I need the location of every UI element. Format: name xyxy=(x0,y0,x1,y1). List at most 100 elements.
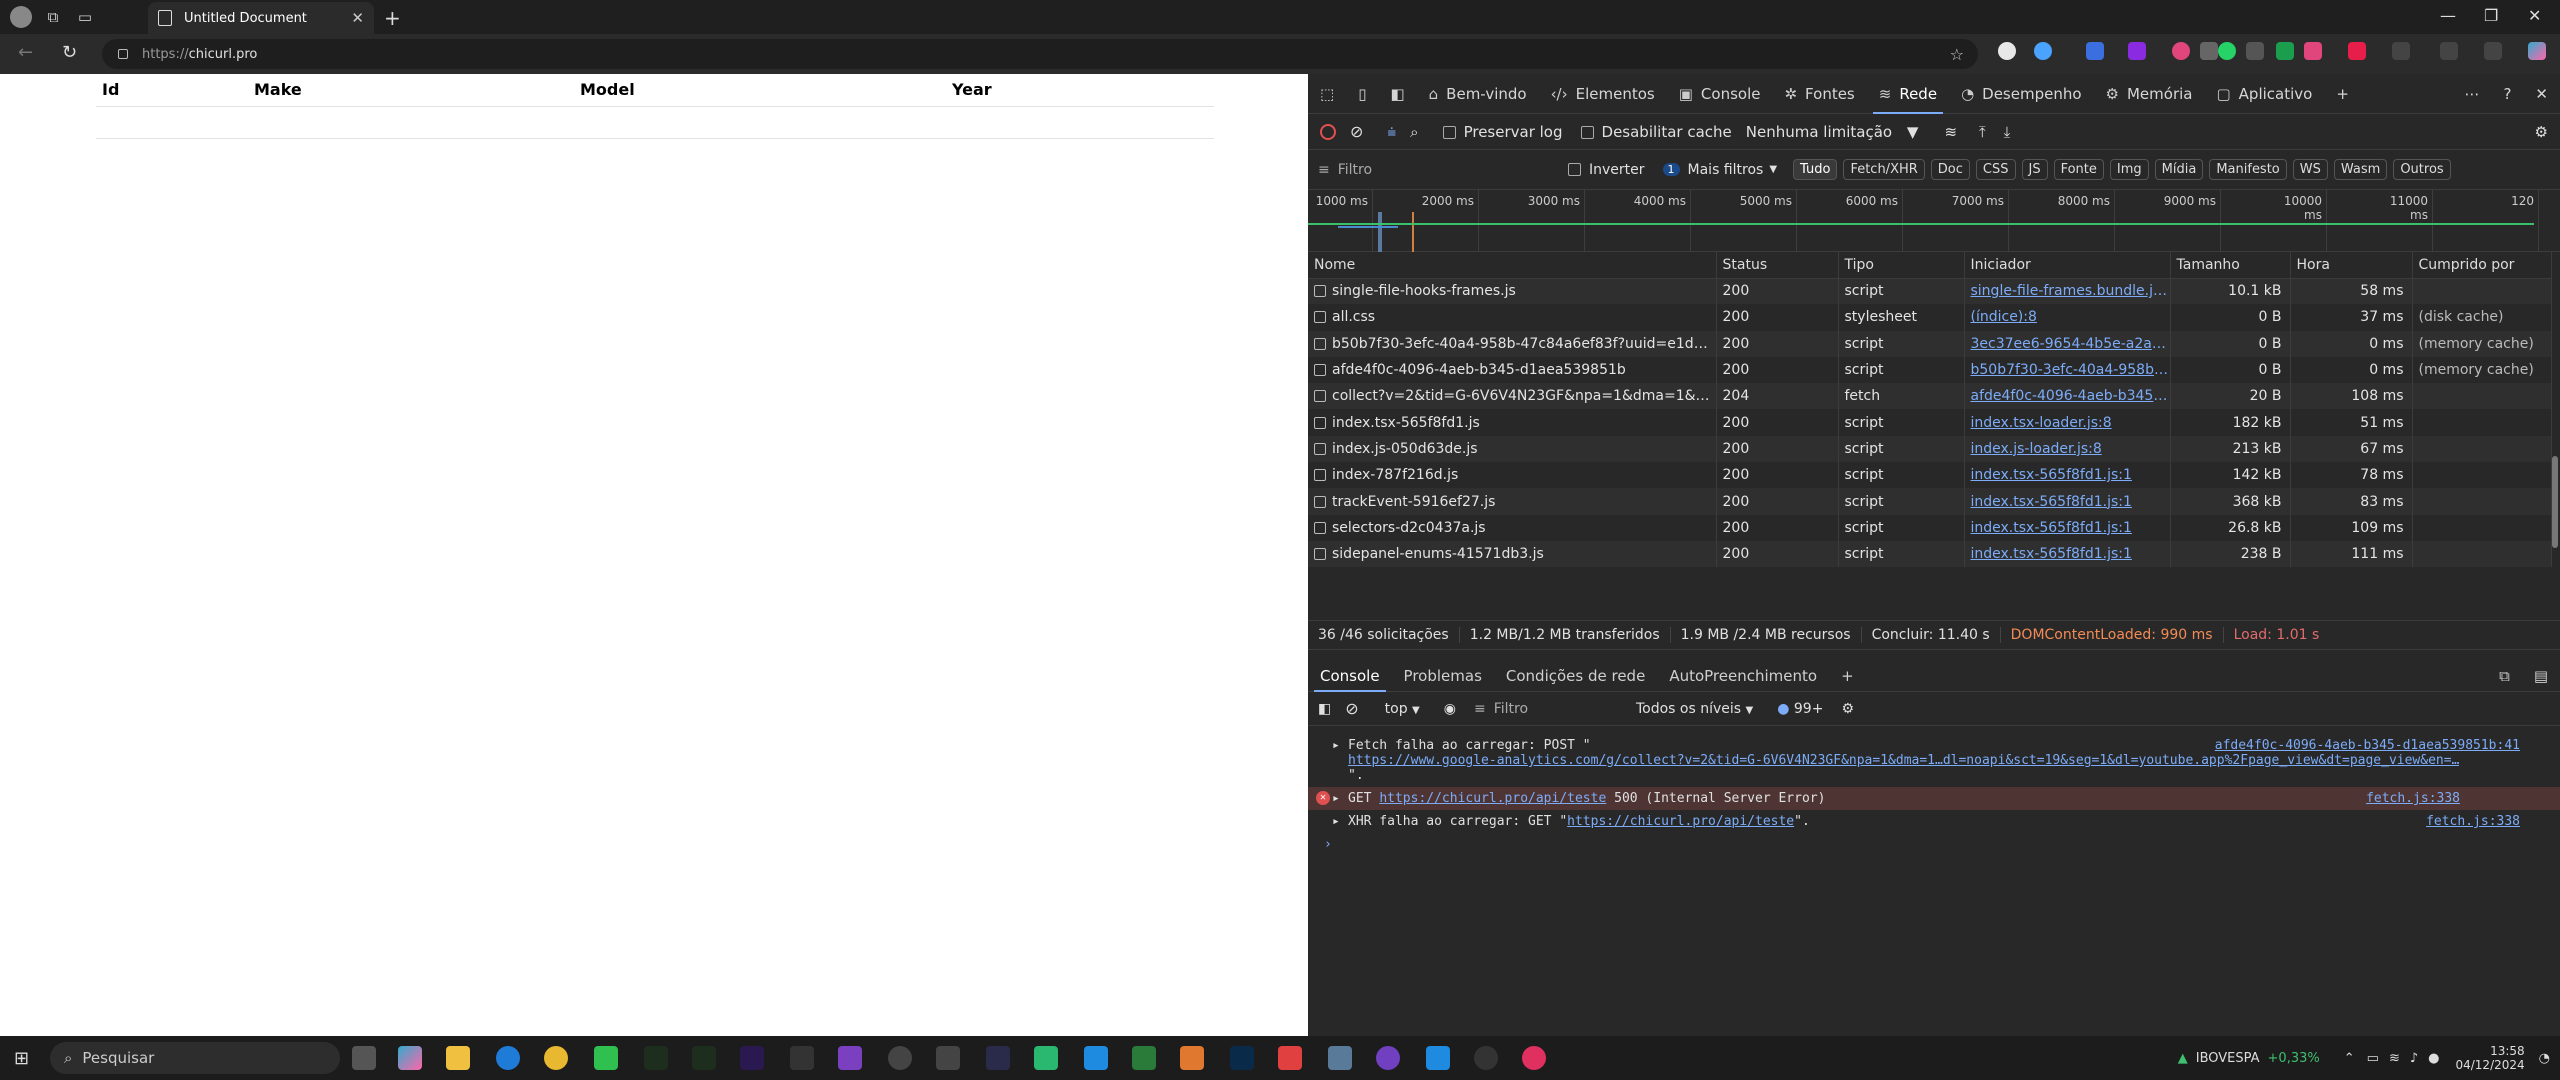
preserve-log-checkbox[interactable]: Preservar log xyxy=(1442,123,1563,141)
expand-arrow-icon[interactable]: ▸ xyxy=(1332,791,1340,806)
battery-icon[interactable]: ▭ xyxy=(2367,1051,2379,1066)
context-select[interactable]: top ▼ xyxy=(1385,701,1420,717)
sidebar-toggle-icon[interactable]: ◧ xyxy=(1378,74,1416,114)
request-row[interactable]: afde4f0c-4096-4aeb-b345-d1aea539851b 200 s… xyxy=(1308,356,2552,384)
vertical-tabs-icon[interactable]: ▭ xyxy=(74,6,96,28)
throttle-select[interactable]: Nenhuma limitação ▼ xyxy=(1746,123,1919,141)
app-tools-icon[interactable] xyxy=(936,1046,960,1070)
more-options-icon[interactable] xyxy=(2484,42,2502,60)
col-tamanho[interactable]: Tamanho xyxy=(2170,252,2291,279)
app-gray-icon[interactable] xyxy=(888,1046,912,1070)
extension-chat-icon[interactable] xyxy=(2034,42,2052,60)
console-prompt[interactable]: › xyxy=(1308,833,2560,852)
invert-checkbox[interactable]: Inverter xyxy=(1568,162,1645,178)
workspaces-icon[interactable]: ⧉ xyxy=(42,6,64,28)
filter-toggle-icon[interactable]: ⩧ xyxy=(1387,123,1396,141)
drawer-tab-condicoes[interactable]: Condições de rede xyxy=(1494,660,1657,692)
filter-input[interactable]: ≡ Filtro xyxy=(1318,162,1458,178)
filter-type-manifesto[interactable]: Manifesto xyxy=(2209,159,2287,180)
task-view-icon[interactable] xyxy=(352,1046,376,1070)
extension-green-icon[interactable] xyxy=(2276,42,2294,60)
filter-type-js[interactable]: JS xyxy=(2021,159,2048,180)
add-tool-icon[interactable]: + xyxy=(2324,74,2361,114)
new-tab-button[interactable]: + xyxy=(384,6,401,30)
request-initiator[interactable]: afde4f0c-4096-4aeb-b345-d1a xyxy=(1964,383,2171,410)
request-initiator[interactable]: index.tsx-565f8fd1.js:1 xyxy=(1964,514,2171,541)
disable-cache-checkbox[interactable]: Desabilitar cache xyxy=(1580,123,1732,141)
request-row[interactable]: sidepanel-enums-41571db3.js 200 script inde… xyxy=(1308,540,2552,568)
app-files-icon[interactable] xyxy=(1132,1046,1156,1070)
expand-arrow-icon[interactable]: ▸ xyxy=(1332,814,1340,829)
network-timeline[interactable]: 1000 ms 2000 ms 3000 ms 4000 ms 5000 ms 6000 … xyxy=(1308,190,2560,252)
filter-type-fetch[interactable]: Fetch/XHR xyxy=(1843,159,1925,180)
browser-tab[interactable]: Untitled Document ✕ xyxy=(148,2,374,34)
request-initiator[interactable]: index.tsx-565f8fd1.js:1 xyxy=(1964,462,2171,489)
col-nome[interactable]: Nome xyxy=(1308,252,1717,279)
filter-type-img[interactable]: Img xyxy=(2109,159,2149,180)
filter-type-fonte[interactable]: Fonte xyxy=(2053,159,2104,180)
music-app-icon[interactable] xyxy=(1522,1046,1546,1070)
request-row[interactable]: index-787f216d.js 200 script index.tsx-565f… xyxy=(1308,462,2552,489)
live-expression-icon[interactable]: ◉ xyxy=(1444,701,1456,717)
extensions-puzzle-icon[interactable] xyxy=(2392,42,2410,60)
url-input[interactable]: https:// chicurl.pro ☆ xyxy=(102,39,1978,69)
dock-icon[interactable]: ⧉ xyxy=(2487,660,2522,692)
request-initiator[interactable]: (índice):8 xyxy=(1964,304,2171,331)
import-icon[interactable]: ⤒ xyxy=(1979,123,1986,141)
filter-type-ws[interactable]: WS xyxy=(2292,159,2328,180)
wifi-tray-icon[interactable]: ≋ xyxy=(2389,1051,2400,1066)
msg-url-link[interactable]: https://www.google-analytics.com/g/colle… xyxy=(1348,753,2459,768)
col-tipo[interactable]: Tipo xyxy=(1838,252,1965,279)
issues-badge[interactable]: ● 99+ xyxy=(1777,701,1823,717)
chrome-app-icon[interactable] xyxy=(544,1046,568,1070)
tab-fontes[interactable]: ✲ Fontes xyxy=(1772,74,1866,114)
close-drawer-icon[interactable]: ▤ xyxy=(2522,660,2560,692)
extension-bookmark-icon[interactable] xyxy=(2348,42,2366,60)
add-drawer-tab-icon[interactable]: + xyxy=(1829,660,1866,692)
profile-avatar[interactable] xyxy=(10,6,32,28)
tab-bem-vindo[interactable]: ⌂ Bem-vindo xyxy=(1417,74,1539,114)
tab-elementos[interactable]: ‹/› Elementos xyxy=(1539,74,1667,114)
request-row[interactable]: index.tsx-565f8fd1.js 200 script index.tsx-… xyxy=(1308,409,2552,436)
request-initiator[interactable]: index.tsx-loader.js:8 xyxy=(1964,409,2171,436)
file-explorer-icon[interactable] xyxy=(446,1046,470,1070)
network-settings-icon[interactable]: ⚙ xyxy=(2535,123,2548,141)
tab-desempenho[interactable]: ◔ Desempenho xyxy=(1949,74,2093,114)
col-cumprido[interactable]: Cumprido por xyxy=(2412,252,2552,279)
app-active-icon[interactable] xyxy=(1426,1046,1450,1070)
reload-icon[interactable]: ↻ xyxy=(62,42,77,63)
drawer-tab-autopreenchimento[interactable]: AutoPreenchimento xyxy=(1657,660,1829,692)
tray-chevron-icon[interactable]: ⌃ xyxy=(2344,1051,2355,1066)
close-window-icon[interactable]: ✕ xyxy=(2528,6,2541,25)
filter-type-wasm[interactable]: Wasm xyxy=(2333,159,2388,180)
network-conditions-icon[interactable]: ≋ xyxy=(1944,123,1957,141)
close-tab-icon[interactable]: ✕ xyxy=(351,9,364,27)
app-green-icon[interactable] xyxy=(594,1046,618,1070)
record-icon[interactable] xyxy=(1320,123,1336,140)
log-levels-select[interactable]: Todos os níveis ▼ xyxy=(1636,701,1753,717)
filter-type-css[interactable]: CSS xyxy=(1975,159,2016,180)
app-orange-icon[interactable] xyxy=(1180,1046,1204,1070)
extension-red-icon[interactable] xyxy=(2304,42,2322,60)
app-vector-icon[interactable] xyxy=(790,1046,814,1070)
whatsapp-icon[interactable] xyxy=(2218,42,2236,60)
request-row[interactable]: single-file-hooks-frames.js 200 script sing… xyxy=(1308,278,2552,305)
col-status[interactable]: Status xyxy=(1716,252,1839,279)
msg-source-link[interactable]: fetch.js:338 xyxy=(2426,814,2520,829)
request-initiator[interactable]: index.tsx-565f8fd1.js:1 xyxy=(1964,540,2171,568)
request-row[interactable]: collect?v=2&tid=G-6V6V4N23GF&npa=1&dma=1… xyxy=(1308,383,2552,410)
request-initiator[interactable]: single-file-frames.bundle.js:3 xyxy=(1964,278,2171,305)
drawer-tab-console[interactable]: Console xyxy=(1308,660,1392,692)
msg-url-link[interactable]: https://chicurl.pro/api/teste xyxy=(1567,814,1794,829)
extension-s-icon[interactable] xyxy=(2128,42,2146,60)
app-m-icon[interactable] xyxy=(1034,1046,1058,1070)
more-tools-icon[interactable]: ⋯ xyxy=(2452,74,2491,114)
request-row[interactable]: index.js-050d63de.js 200 script index.js-lo… xyxy=(1308,435,2552,463)
request-row[interactable]: b50b7f30-3efc-40a4-958b-47c84a6ef83f?uui… xyxy=(1308,330,2552,357)
figma-icon[interactable] xyxy=(838,1046,862,1070)
search-icon[interactable]: ⌕ xyxy=(1410,123,1418,141)
col-iniciador[interactable]: Iniciador xyxy=(1964,252,2171,279)
requests-scrollbar[interactable] xyxy=(2552,456,2558,548)
painter-app-icon[interactable] xyxy=(644,1046,668,1070)
app-dark-icon[interactable] xyxy=(986,1046,1010,1070)
